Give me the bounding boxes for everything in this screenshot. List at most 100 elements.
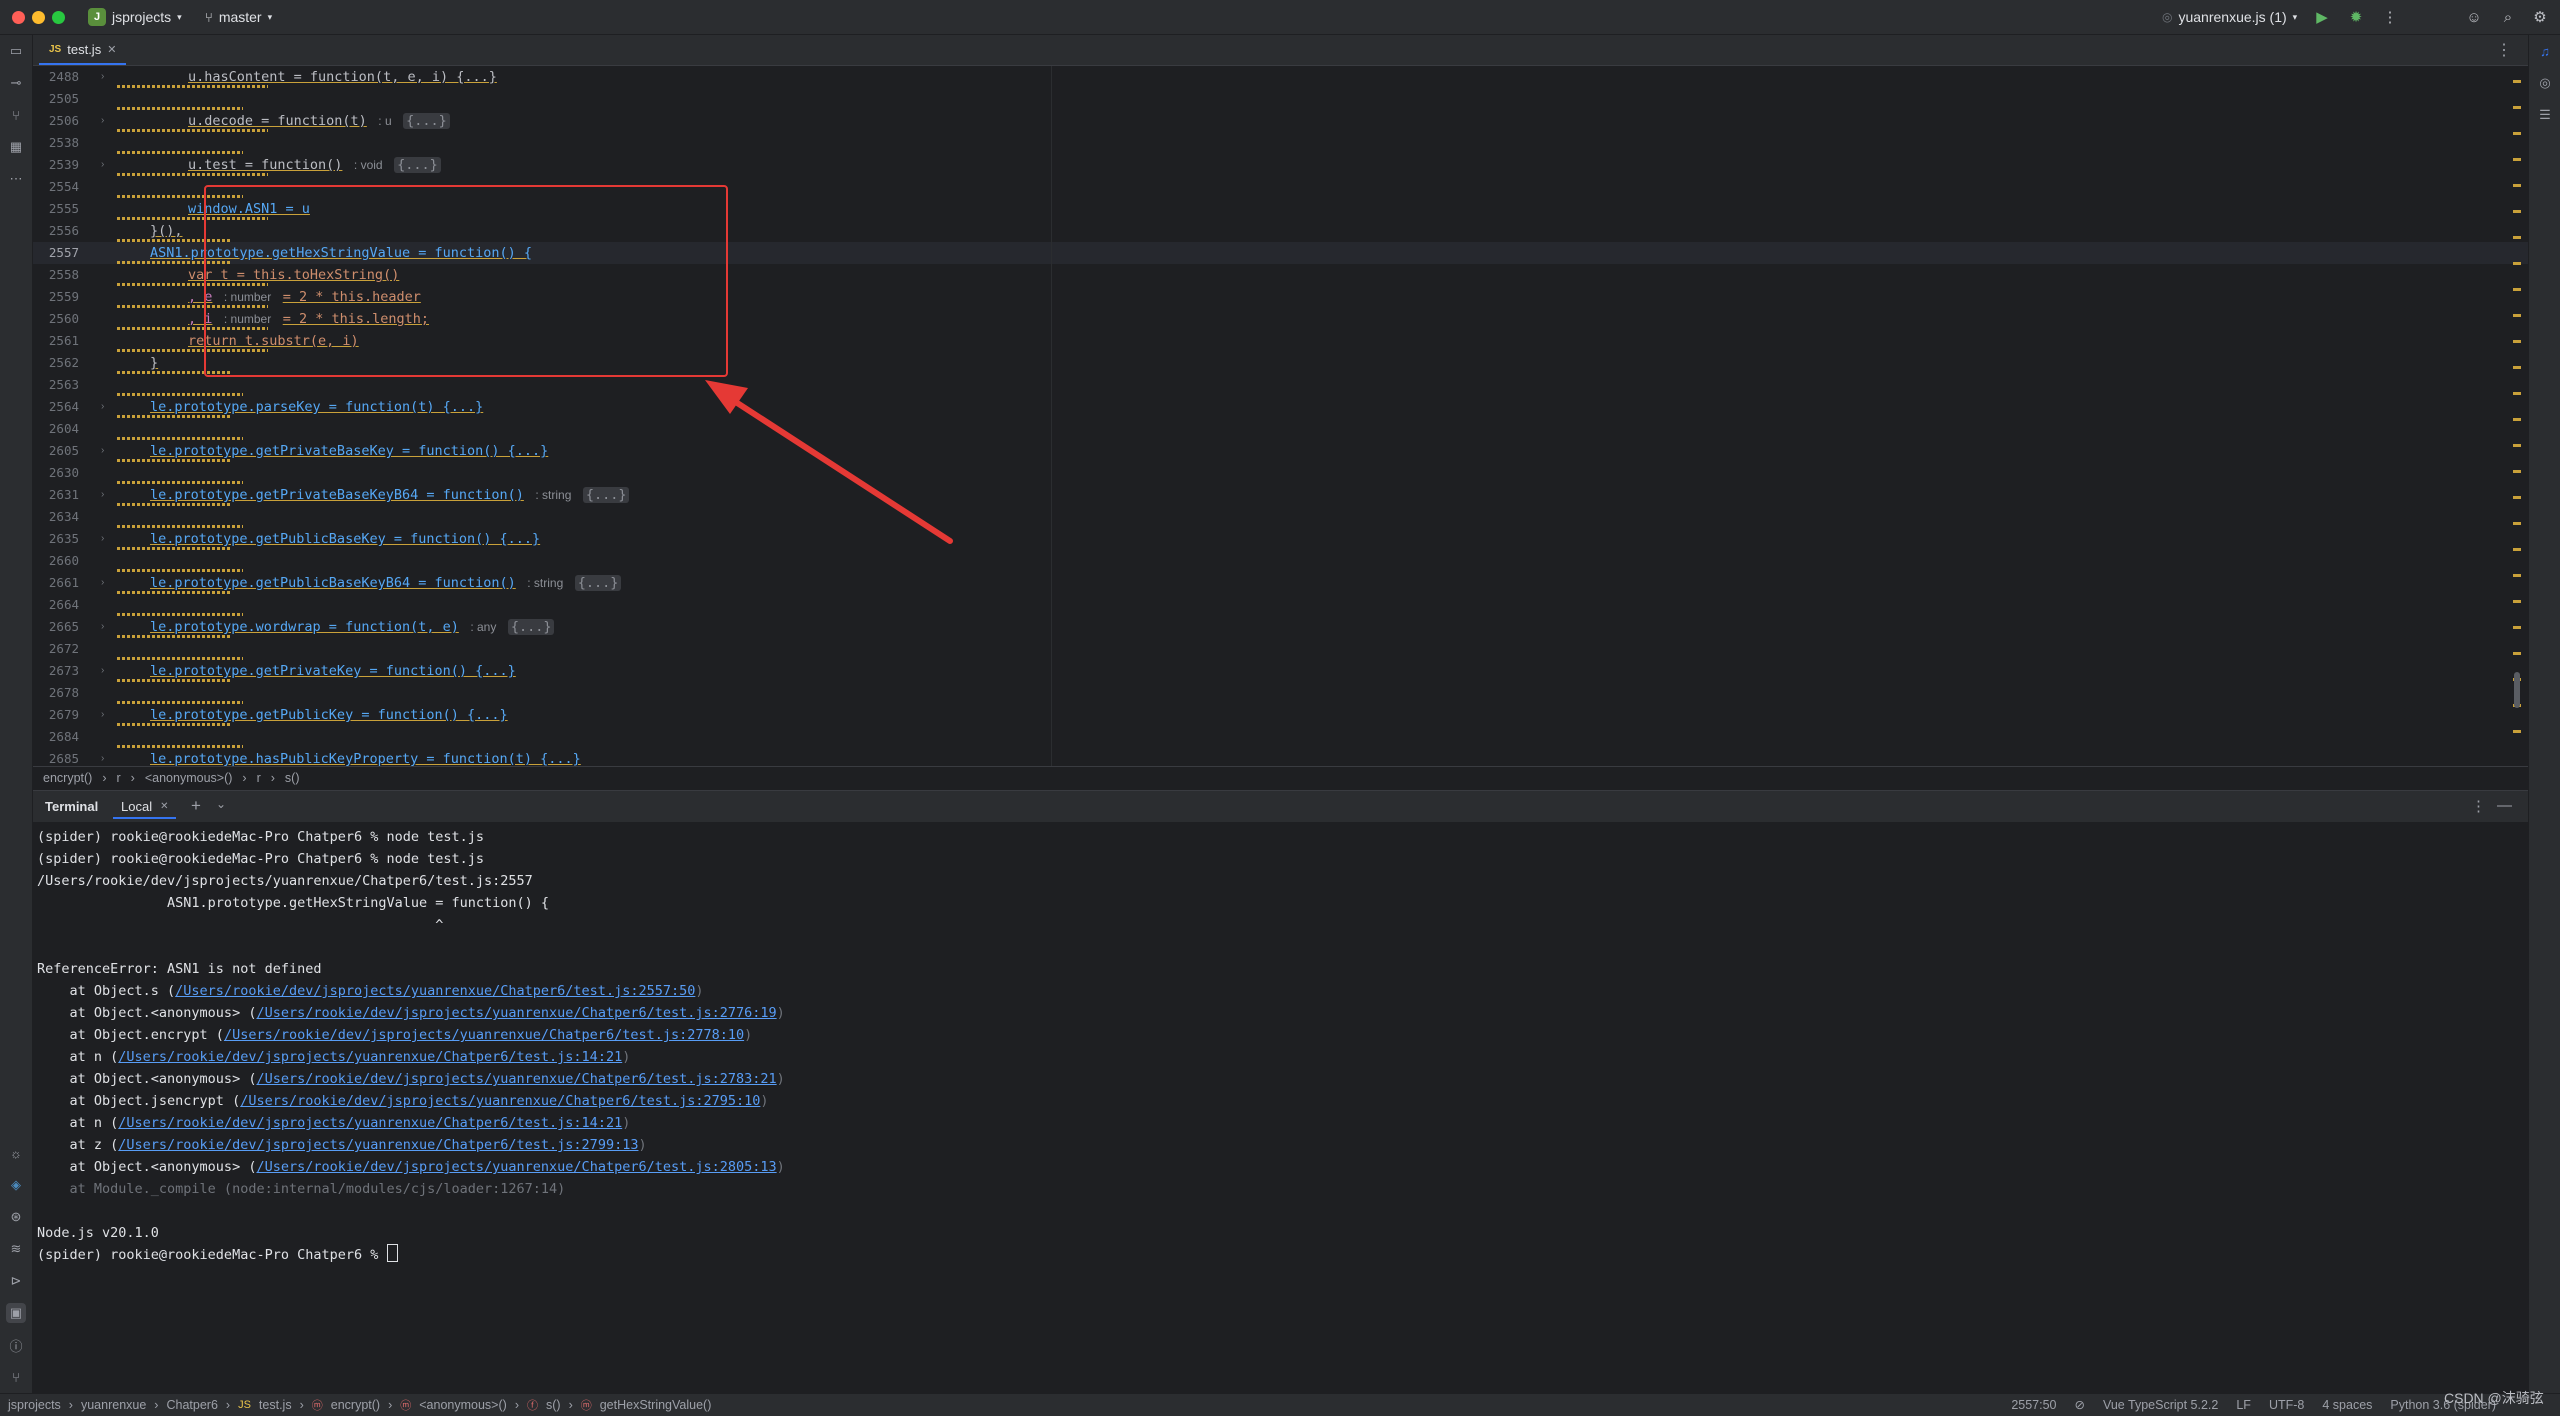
stack-trace-link[interactable]: /Users/rookie/dev/jsprojects/yuanrenxue/… (175, 983, 695, 999)
fold-chevron-icon[interactable]: › (101, 440, 104, 462)
fold-chevron-icon[interactable]: › (101, 660, 104, 682)
debug-icon[interactable]: ✹ (2346, 7, 2366, 27)
tab-test-js[interactable]: JS test.js ✕ (39, 35, 127, 65)
code-editor[interactable]: 2488 › 2505 2506 › 2538 2539 › 2554 2555 2556 2557 2… (33, 66, 2528, 766)
stack-trace-link[interactable]: /Users/rookie/dev/jsprojects/yuanrenxue/… (118, 1049, 622, 1065)
editor-scrollbar[interactable] (2511, 66, 2521, 766)
collapsed-region[interactable]: {...} (574, 575, 622, 591)
code-line[interactable]: u.hasContent = function(t, e, i) {...} (188, 66, 497, 88)
indent-setting[interactable]: 4 spaces (2322, 1398, 2372, 1412)
code-line[interactable]: le.prototype.getPublicBaseKey = function… (150, 528, 540, 550)
line-ending[interactable]: LF (2236, 1398, 2251, 1412)
collapsed-region[interactable]: {...} (394, 157, 441, 173)
code-line[interactable]: }(), (150, 220, 183, 242)
breadcrumb-item[interactable]: encrypt() (43, 771, 92, 785)
pull-requests-icon[interactable]: ⑂ (6, 105, 26, 125)
code-line[interactable]: } (150, 352, 158, 374)
git-icon[interactable]: ⑂ (6, 1367, 26, 1387)
fold-chevron-icon[interactable]: › (101, 484, 104, 506)
status-path-item[interactable]: jsprojects (8, 1398, 61, 1412)
code-line[interactable]: le.prototype.getPrivateBaseKey = functio… (150, 440, 548, 462)
more-actions-icon[interactable]: ⋮ (2380, 7, 2400, 27)
code-line[interactable]: le.prototype.getPrivateBaseKeyB64 = func… (150, 484, 630, 506)
stack-trace-link[interactable]: /Users/rookie/dev/jsprojects/yuanrenxue/… (224, 1027, 744, 1043)
breadcrumb-item[interactable]: s() (285, 771, 300, 785)
status-path-item[interactable]: test.js (259, 1398, 292, 1412)
fold-chevron-icon[interactable]: › (101, 154, 104, 176)
status-path-item[interactable]: encrypt() (331, 1398, 380, 1412)
fold-chevron-icon[interactable]: › (101, 528, 104, 550)
problems-icon[interactable]: ⓘ (6, 1335, 26, 1355)
breadcrumb-item[interactable]: r (117, 771, 121, 785)
close-tab-icon[interactable]: ✕ (107, 43, 116, 56)
terminal-output[interactable]: (spider) rookie@rookiedeMac-Pro Chatper6… (33, 822, 2528, 1393)
ai-assistant-icon[interactable]: ◎ (2535, 73, 2555, 93)
stack-trace-link[interactable]: /Users/rookie/dev/jsprojects/yuanrenxue/… (256, 1159, 776, 1175)
code-line[interactable]: le.prototype.getPrivateKey = function() … (150, 660, 516, 682)
status-path-item[interactable]: getHexStringValue() (600, 1398, 712, 1412)
project-folder-icon[interactable]: ▭ (6, 41, 26, 61)
status-path-item[interactable]: Chatper6 (166, 1398, 217, 1412)
status-path-item[interactable]: yuanrenxue (81, 1398, 146, 1412)
inspections-icon[interactable]: ⊘ (2075, 1397, 2085, 1412)
tab-terminal-local[interactable]: Local ✕ (113, 795, 177, 819)
caret-position[interactable]: 2557:50 (2011, 1398, 2056, 1412)
database-icon[interactable]: ☰ (2535, 105, 2555, 125)
breadcrumb-item[interactable]: <anonymous>() (145, 771, 233, 785)
language-service[interactable]: Vue TypeScript 5.2.2 (2103, 1398, 2218, 1412)
status-path-item[interactable]: <anonymous>() (419, 1398, 507, 1412)
run-tool-icon[interactable]: ⊳ (6, 1271, 26, 1291)
structure-icon[interactable]: ▦ (6, 137, 26, 157)
scrollbar-thumb[interactable] (2514, 672, 2520, 708)
status-path-item[interactable]: s() (546, 1398, 561, 1412)
terminal-options-icon[interactable]: ⋮ (2471, 797, 2486, 815)
fold-chevron-icon[interactable]: › (101, 396, 104, 418)
stack-trace-link[interactable]: /Users/rookie/dev/jsprojects/yuanrenxue/… (118, 1115, 622, 1131)
commit-icon[interactable]: ⊸ (6, 73, 26, 93)
fold-chevron-icon[interactable]: › (101, 748, 104, 766)
close-window-button[interactable] (12, 11, 25, 24)
run-icon[interactable]: ▶ (2312, 7, 2332, 27)
terminal-icon[interactable]: ▣ (6, 1303, 26, 1323)
python-packages-icon[interactable]: ⊛ (6, 1207, 26, 1227)
services-icon[interactable]: ☼ (6, 1143, 26, 1163)
branch-selector[interactable]: ⑂ master ▾ (205, 6, 272, 28)
fold-chevron-icon[interactable]: › (101, 616, 104, 638)
code-line[interactable]: le.prototype.wordwrap = function(t, e) :… (150, 616, 555, 638)
more-tools-icon[interactable]: ⋯ (6, 169, 26, 189)
breadcrumb-item[interactable]: r (257, 771, 261, 785)
collapsed-region[interactable]: {...} (507, 619, 555, 635)
collapsed-region[interactable]: {...} (582, 487, 630, 503)
run-configuration-selector[interactable]: ◎ yuanrenxue.js (1) ▾ (2162, 6, 2297, 28)
tab-options-icon[interactable]: ⋮ (2496, 40, 2512, 60)
new-terminal-icon[interactable]: + (191, 796, 201, 816)
fold-chevron-icon[interactable]: › (101, 66, 104, 88)
close-terminal-tab-icon[interactable]: ✕ (160, 801, 168, 812)
stack-trace-link[interactable]: /Users/rookie/dev/jsprojects/yuanrenxue/… (118, 1137, 638, 1153)
stack-trace-link[interactable]: /Users/rookie/dev/jsprojects/yuanrenxue/… (256, 1005, 776, 1021)
fold-chevron-icon[interactable]: › (101, 572, 104, 594)
settings-gear-icon[interactable]: ⚙ (2530, 7, 2550, 27)
fold-chevron-icon[interactable]: › (101, 110, 104, 132)
layers-icon[interactable]: ≋ (6, 1239, 26, 1259)
fold-chevron-icon[interactable]: › (101, 704, 104, 726)
code-line[interactable]: u.test = function() : void {...} (188, 154, 441, 176)
collapsed-region[interactable]: {...} (403, 113, 450, 129)
code-line[interactable]: le.prototype.hasPublicKeyProperty = func… (150, 748, 581, 766)
minimize-window-button[interactable] (32, 11, 45, 24)
account-icon[interactable]: ☺ (2464, 7, 2484, 27)
maximize-window-button[interactable] (52, 11, 65, 24)
code-line[interactable]: le.prototype.parseKey = function(t) {...… (150, 396, 483, 418)
notifications-icon[interactable]: ♫ (2535, 41, 2555, 61)
hide-terminal-icon[interactable]: — (2497, 797, 2512, 814)
project-selector[interactable]: J jsprojects ▾ (88, 6, 182, 28)
code-line[interactable]: u.decode = function(t) : u {...} (188, 110, 450, 132)
terminal-dropdown-icon[interactable]: ⌄ (216, 797, 226, 811)
search-icon[interactable]: ⌕ (2498, 7, 2518, 27)
code-line[interactable]: le.prototype.getPublicKey = function() {… (150, 704, 508, 726)
code-line[interactable]: le.prototype.getPublicBaseKeyB64 = funct… (150, 572, 622, 594)
stack-trace-link[interactable]: /Users/rookie/dev/jsprojects/yuanrenxue/… (256, 1071, 776, 1087)
file-encoding[interactable]: UTF-8 (2269, 1398, 2304, 1412)
python-console-icon[interactable]: ◈ (6, 1175, 26, 1195)
stack-trace-link[interactable]: /Users/rookie/dev/jsprojects/yuanrenxue/… (240, 1093, 760, 1109)
